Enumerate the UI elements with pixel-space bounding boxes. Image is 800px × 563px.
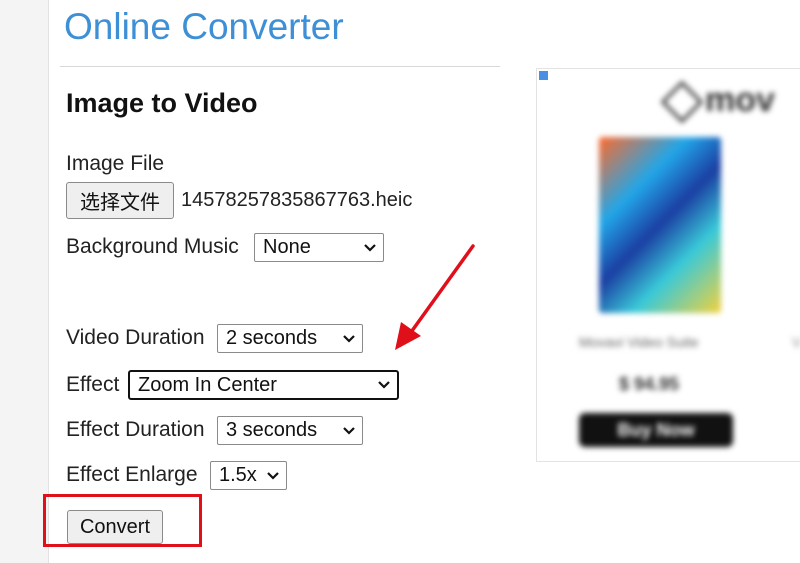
choose-file-button[interactable]: 选择文件 [66, 182, 174, 219]
ad-next-item-text: V [792, 334, 800, 350]
ad-panel[interactable]: mov Movavi Video Suite $ 94.95 Buy Now V [536, 68, 800, 462]
video-duration-value: 2 seconds [226, 327, 318, 349]
video-duration-label: Video Duration [66, 326, 205, 349]
ad-blurred-content: mov Movavi Video Suite $ 94.95 Buy Now V [537, 69, 800, 461]
image-file-label: Image File [66, 152, 165, 175]
effect-duration-value: 3 seconds [226, 419, 318, 441]
ad-buy-button[interactable]: Buy Now [579, 413, 733, 447]
video-duration-select[interactable]: 2 seconds [217, 324, 363, 353]
ad-brand-text: mov [705, 81, 775, 119]
selected-file-name: 14578257835867763.heic [181, 189, 413, 211]
chevron-down-icon [343, 426, 355, 435]
effect-enlarge-label: Effect Enlarge [66, 463, 198, 486]
ad-choices-icon[interactable] [539, 71, 548, 80]
page-title: Image to Video [66, 88, 258, 118]
effect-enlarge-select[interactable]: 1.5x [210, 461, 287, 490]
left-gutter [0, 0, 49, 563]
effect-enlarge-value: 1.5x [219, 464, 257, 486]
title-divider [60, 66, 500, 67]
background-music-select[interactable]: None [254, 233, 384, 262]
effect-label: Effect [66, 373, 120, 396]
chevron-down-icon [343, 334, 355, 343]
chevron-down-icon [378, 381, 390, 389]
effect-duration-select[interactable]: 3 seconds [217, 416, 363, 445]
brand-logo-icon [660, 80, 704, 124]
ad-price: $ 94.95 [619, 374, 680, 394]
chevron-down-icon [267, 471, 279, 480]
convert-highlight-box [43, 494, 202, 547]
chevron-down-icon [364, 243, 376, 252]
site-title[interactable]: Online Converter [64, 6, 344, 48]
ad-product-image [599, 137, 721, 313]
effect-select[interactable]: Zoom In Center [128, 370, 399, 400]
ad-product-name: Movavi Video Suite [579, 334, 699, 350]
effect-value: Zoom In Center [138, 373, 277, 396]
background-music-value: None [263, 236, 311, 258]
effect-duration-label: Effect Duration [66, 418, 205, 441]
annotation-arrow [395, 244, 475, 350]
background-music-label: Background Music [66, 235, 239, 258]
